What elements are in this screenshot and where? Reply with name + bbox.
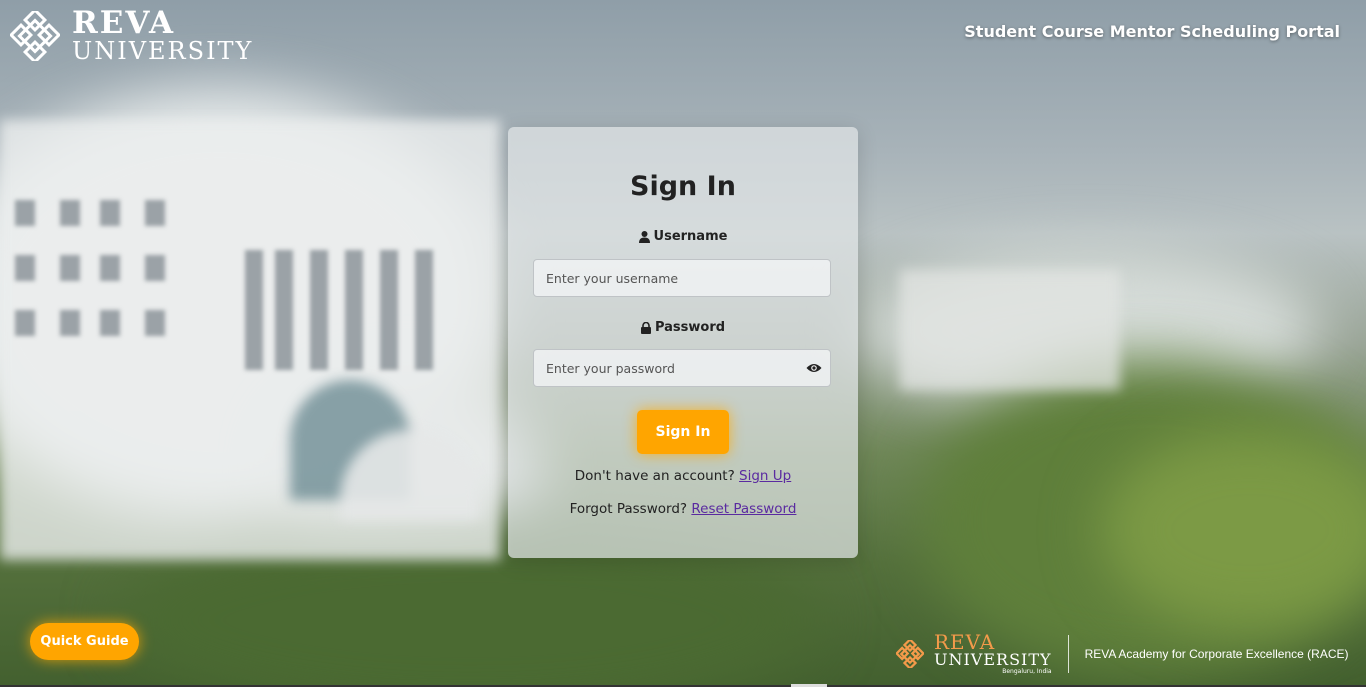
sign-up-link[interactable]: Sign Up bbox=[739, 468, 791, 484]
user-icon bbox=[638, 230, 650, 243]
username-input[interactable] bbox=[533, 259, 831, 297]
logo-line2: UNIVERSITY bbox=[72, 37, 254, 65]
lock-icon bbox=[640, 321, 651, 334]
footer-logo-line2: UNIVERSITY bbox=[934, 650, 1052, 669]
sign-in-title: Sign In bbox=[630, 171, 736, 202]
password-label: Password bbox=[508, 320, 858, 335]
forgot-prompt: Forgot Password? bbox=[569, 501, 688, 517]
password-input[interactable] bbox=[533, 349, 831, 387]
portal-title: Student Course Mentor Scheduling Portal bbox=[964, 22, 1340, 41]
footer-logo-location: Bengaluru, India bbox=[1002, 668, 1052, 675]
forgot-row: Forgot Password? Reset Password bbox=[508, 501, 858, 517]
password-label-text: Password bbox=[654, 320, 726, 335]
username-label-text: Username bbox=[653, 229, 728, 244]
footer-divider bbox=[1067, 634, 1069, 673]
reva-university-logo: REVA UNIVERSITY bbox=[8, 5, 254, 65]
eye-icon[interactable] bbox=[806, 362, 822, 374]
reset-password-link[interactable]: Reset Password bbox=[691, 501, 796, 517]
footer-logo-line1: REVA bbox=[934, 630, 996, 654]
reva-logo-icon bbox=[8, 7, 62, 65]
footer-branding: REVA UNIVERSITY Bengaluru, India REVA Ac… bbox=[895, 630, 1349, 675]
username-label: Username bbox=[508, 229, 858, 244]
sign-in-button[interactable]: Sign In bbox=[637, 410, 729, 454]
sign-in-card: Sign In Username Password Sign In Don't … bbox=[508, 127, 858, 558]
race-text: REVA Academy for Corporate Excellence (R… bbox=[1084, 646, 1349, 661]
footer-reva-logo-icon bbox=[895, 637, 925, 670]
signup-row: Don't have an account? Sign Up bbox=[508, 468, 858, 484]
quick-guide-button[interactable]: Quick Guide bbox=[30, 623, 139, 660]
signup-prompt: Don't have an account? bbox=[574, 468, 735, 484]
logo-line1: REVA bbox=[72, 5, 176, 41]
